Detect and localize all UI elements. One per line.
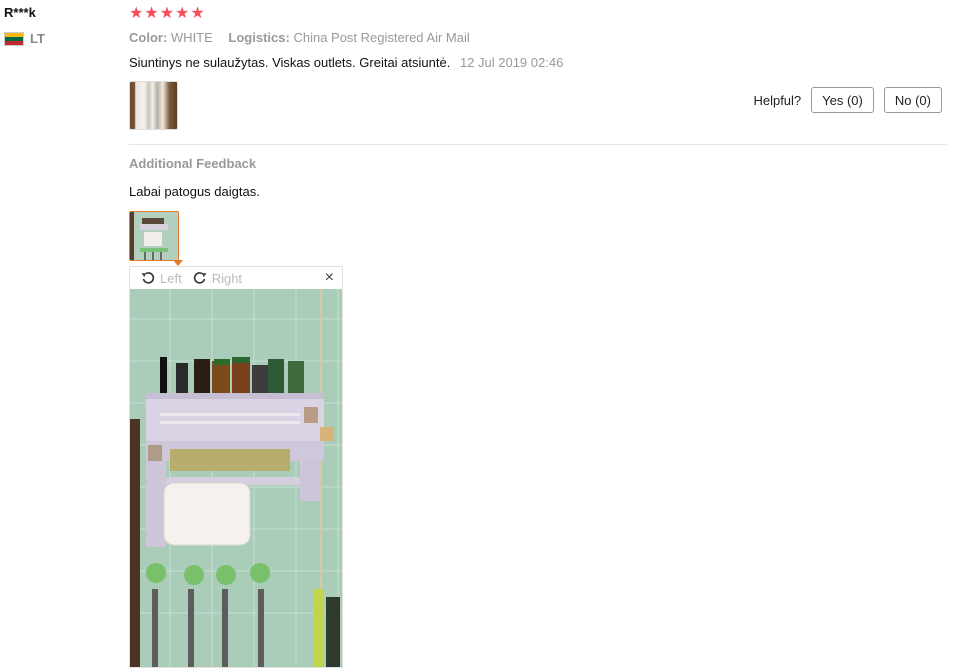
helpful-label: Helpful?	[753, 92, 802, 108]
rotate-left-label: Left	[160, 270, 182, 286]
color-value: WHITE	[170, 30, 213, 45]
star-icon: ★	[190, 5, 205, 22]
review-date: 12 Jul 2019 02:46	[459, 55, 564, 70]
viewer-toolbar: Left Right ×	[130, 267, 342, 289]
review-text: Siuntinys ne sulaužytas. Viskas outlets.…	[129, 55, 451, 70]
review-photo-large	[130, 289, 342, 667]
review-body: Siuntinys ne sulaužytas. Viskas outlets.…	[129, 55, 563, 70]
rotate-right-label: Right	[211, 270, 243, 286]
star-rating: ★ ★ ★ ★ ★	[129, 5, 205, 23]
divider	[129, 144, 947, 145]
additional-photo-thumbnail[interactable]	[129, 211, 179, 261]
color-label: Color:	[129, 30, 168, 45]
reviewer-name: R***k	[4, 5, 36, 20]
logistics-label: Logistics:	[228, 30, 290, 45]
yes-button[interactable]: Yes (0)	[811, 87, 874, 113]
additional-feedback-text: Labai patogus daigtas.	[129, 184, 260, 199]
no-button[interactable]: No (0)	[883, 87, 942, 113]
additional-feedback-title: Additional Feedback	[129, 156, 257, 171]
star-icon: ★	[175, 5, 190, 22]
review-photo-thumbnail[interactable]	[129, 81, 178, 130]
thumbnail-image	[130, 212, 178, 260]
rotate-left-button[interactable]: Left	[140, 270, 182, 286]
country-code: LT	[30, 31, 45, 46]
star-icon: ★	[159, 5, 175, 22]
star-icon: ★	[144, 5, 159, 22]
helpful-voting: Helpful? Yes (0) No (0)	[753, 87, 942, 113]
rotate-right-button[interactable]: Right	[192, 270, 242, 286]
image-viewer: Left Right ×	[129, 266, 343, 668]
rotate-left-icon	[141, 272, 155, 284]
reviewer-country: LT	[4, 31, 45, 46]
lithuania-flag-icon	[4, 31, 24, 46]
order-attributes: Color: WHITE Logistics: China Post Regis…	[129, 30, 482, 45]
rotate-right-icon	[193, 272, 207, 284]
star-icon: ★	[129, 5, 144, 22]
close-icon[interactable]: ×	[325, 269, 334, 287]
logistics-value: China Post Registered Air Mail	[293, 30, 470, 45]
